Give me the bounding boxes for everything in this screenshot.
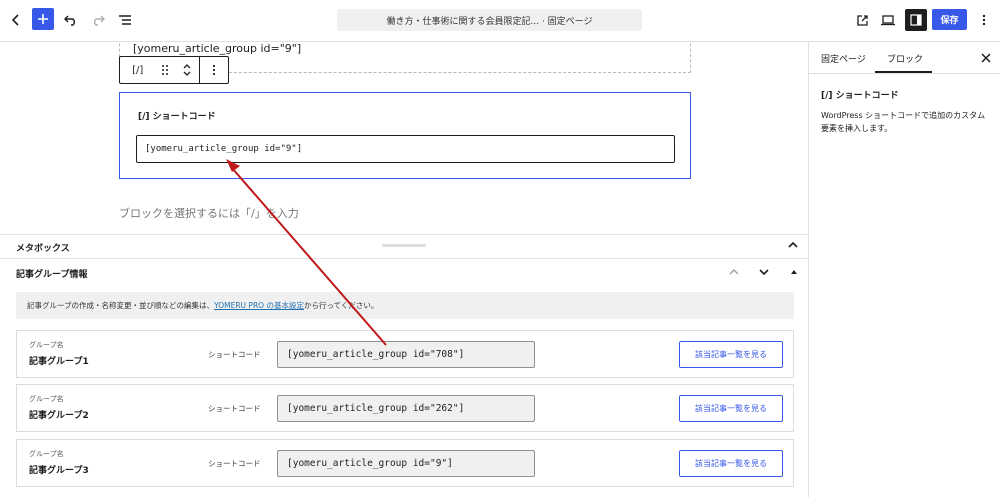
shortcode-readonly-field[interactable]: [yomeru_article_group id="262"]	[277, 395, 535, 422]
options-menu-icon[interactable]	[973, 9, 995, 31]
group-name-label: グループ名	[29, 341, 64, 349]
tab-block[interactable]: ブロック	[887, 52, 923, 65]
drag-handle[interactable]	[155, 57, 175, 83]
editor-window: 働き方・仕事術に関する会員限定記... · 固定ページ 保存 [yomeru_a…	[0, 0, 1000, 497]
block-card-description: WordPress ショートコードで追加のカスタム要素を挿入します。	[821, 111, 986, 133]
group-name-label: グループ名	[29, 450, 64, 458]
shortcode-readonly-field[interactable]: [yomeru_article_group id="9"]	[277, 450, 535, 477]
preview-device-icon[interactable]	[877, 9, 899, 31]
group-name: 記事グループ2	[29, 411, 89, 421]
group-name-label: グループ名	[29, 395, 64, 403]
previous-block-text[interactable]: [yomeru_article_group id="9"]	[133, 42, 301, 55]
active-tab-indicator	[875, 71, 932, 73]
plus-icon	[38, 14, 48, 24]
move-panel-up-icon[interactable]	[728, 266, 740, 281]
shortcode-block-label: [/] ショートコード	[138, 112, 216, 122]
shortcode-input[interactable]: [yomeru_article_group id="9"]	[136, 135, 675, 163]
view-articles-button[interactable]: 該当記事一覧を見る	[679, 450, 783, 477]
info-notice: 記事グループの作成・名称変更・並び順などの編集は、 YOMERU PRO の基本設…	[16, 292, 794, 319]
notice-text-before: 記事グループの作成・名称変更・並び順などの編集は、	[27, 301, 215, 310]
sidebar-panel-icon	[910, 14, 922, 26]
close-icon[interactable]	[979, 51, 993, 65]
redo-icon[interactable]	[87, 9, 109, 31]
shortcode-label: ショートコード	[208, 459, 261, 468]
move-up-down[interactable]	[175, 57, 199, 83]
drag-handle-icon	[162, 65, 169, 75]
save-button[interactable]: 保存	[932, 9, 967, 30]
block-type-button[interactable]: [/]	[120, 57, 155, 83]
block-card-title: [/] ショートコード	[821, 91, 899, 101]
group-name: 記事グループ3	[29, 466, 89, 476]
article-group-panel-header	[0, 259, 808, 287]
settings-sidebar-toggle[interactable]	[905, 9, 927, 31]
settings-sidebar: 固定ページ ブロック [/] ショートコード WordPress ショートコード…	[808, 42, 1000, 497]
panel-toggle-icon[interactable]	[790, 268, 798, 279]
shortcode-icon: [/]	[132, 64, 144, 76]
document-overview-icon[interactable]	[114, 9, 136, 31]
move-arrows-icon	[183, 64, 191, 76]
more-vertical-icon	[212, 64, 215, 76]
metabox-title: メタボックス	[16, 244, 70, 254]
undo-icon[interactable]	[60, 9, 82, 31]
move-panel-down-icon[interactable]	[758, 266, 770, 281]
settings-link[interactable]: YOMERU PRO の基本設定	[214, 300, 304, 311]
view-articles-button[interactable]: 該当記事一覧を見る	[679, 395, 783, 422]
top-toolbar: 働き方・仕事術に関する会員限定記... · 固定ページ 保存	[0, 0, 1000, 42]
document-title-bar[interactable]: 働き方・仕事術に関する会員限定記... · 固定ページ	[337, 9, 642, 31]
view-articles-button[interactable]: 該当記事一覧を見る	[679, 341, 783, 368]
view-external-icon[interactable]	[851, 9, 873, 31]
group-card-2: グループ名 記事グループ2 ショートコード [yomeru_article_gr…	[16, 384, 794, 432]
shortcode-label: ショートコード	[208, 404, 261, 413]
shortcode-readonly-field[interactable]: [yomeru_article_group id="708"]	[277, 341, 535, 368]
editor-canvas: [yomeru_article_group id="9"] [/] [/] ショ…	[0, 42, 808, 234]
shortcode-block-selected[interactable]: [/] ショートコード [yomeru_article_group id="9"…	[119, 92, 691, 179]
tab-page[interactable]: 固定ページ	[821, 52, 866, 65]
group-card-1: グループ名 記事グループ1 ショートコード [yomeru_article_gr…	[16, 330, 794, 378]
group-card-3: グループ名 記事グループ3 ショートコード [yomeru_article_gr…	[16, 439, 794, 487]
block-toolbar: [/]	[119, 56, 229, 84]
add-block-button[interactable]	[32, 8, 54, 30]
sidebar-tabs: 固定ページ ブロック	[809, 42, 1000, 74]
metabox-resize-handle[interactable]	[382, 244, 426, 247]
metabox-collapse-icon[interactable]	[787, 239, 799, 251]
group-name: 記事グループ1	[29, 357, 89, 367]
block-options-button[interactable]	[200, 57, 228, 83]
notice-text-after: から行ってください。	[303, 301, 379, 310]
shortcode-label: ショートコード	[208, 350, 261, 359]
back-chevron-icon[interactable]	[5, 9, 27, 31]
article-group-panel-title: 記事グループ情報	[16, 270, 88, 280]
block-appender-placeholder[interactable]: ブロックを選択するには「/」を入力	[119, 205, 299, 221]
